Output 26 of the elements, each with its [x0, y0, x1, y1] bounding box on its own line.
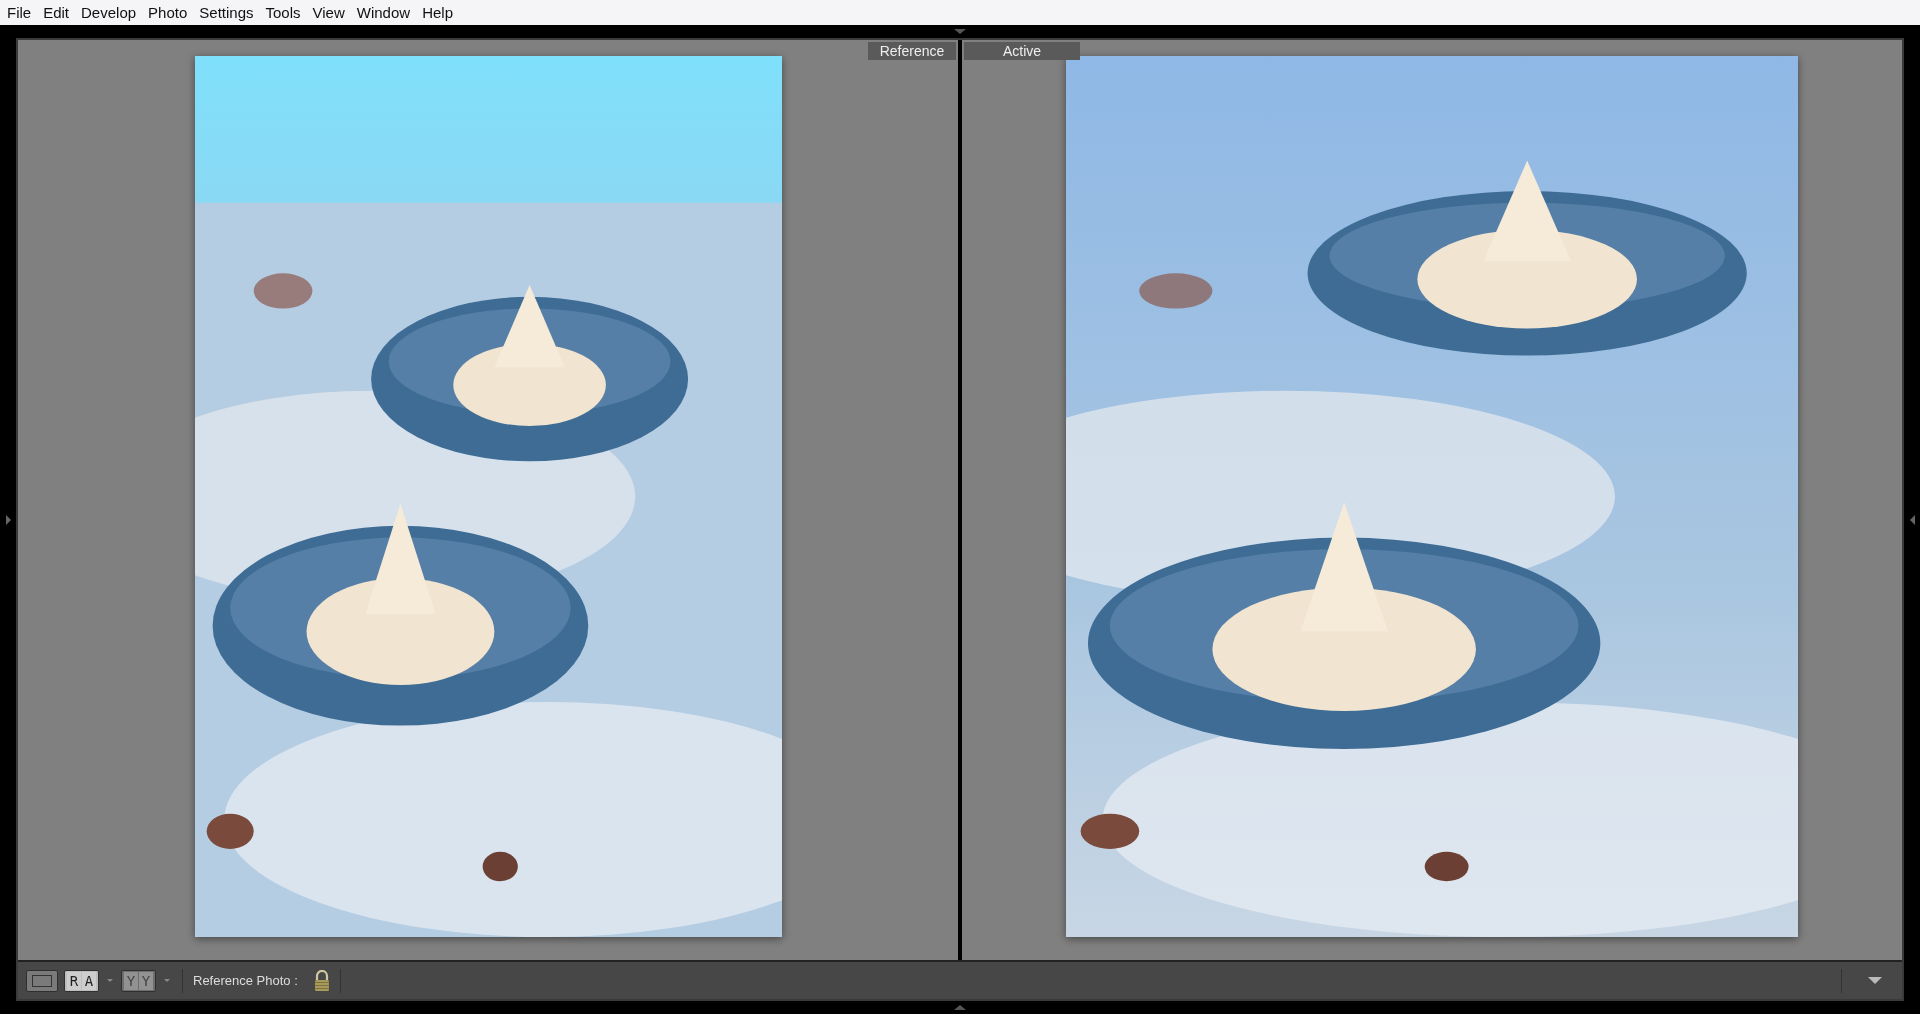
menu-item[interactable]: Settings — [198, 4, 261, 21]
letter-cell: A — [82, 971, 96, 990]
view-mode-button[interactable] — [26, 969, 58, 992]
menu-item[interactable]: Edit — [42, 4, 77, 21]
menu-item[interactable]: Photo — [147, 4, 195, 21]
caret-icon[interactable] — [107, 979, 113, 982]
pane-label: Reference — [868, 42, 956, 60]
menu-item[interactable]: Tools — [264, 4, 308, 21]
lock-icon[interactable] — [313, 969, 330, 992]
panel-toggle-icon[interactable] — [954, 1005, 966, 1010]
single-view-icon — [32, 974, 52, 987]
menu-item[interactable]: Develop — [80, 4, 144, 21]
caret-icon[interactable] — [164, 979, 170, 982]
menu-item[interactable]: Help — [421, 4, 460, 21]
letter-cell: R — [67, 971, 81, 990]
letter-cell: Y — [124, 971, 138, 990]
pane-label: Active — [964, 42, 1080, 60]
panel-toggle-icon[interactable] — [5, 514, 11, 525]
menu-item[interactable]: File — [6, 4, 39, 21]
letter-cell: Y — [139, 971, 153, 990]
dropdown-arrow-icon[interactable] — [1868, 977, 1882, 984]
menu-item[interactable]: View — [311, 4, 352, 21]
panel-toggle-icon[interactable] — [1909, 514, 1915, 525]
view-mode-button[interactable]: R A — [64, 969, 99, 992]
reference-photo-label: Reference Photo : — [193, 973, 298, 988]
menu-item[interactable]: Window — [355, 4, 418, 21]
